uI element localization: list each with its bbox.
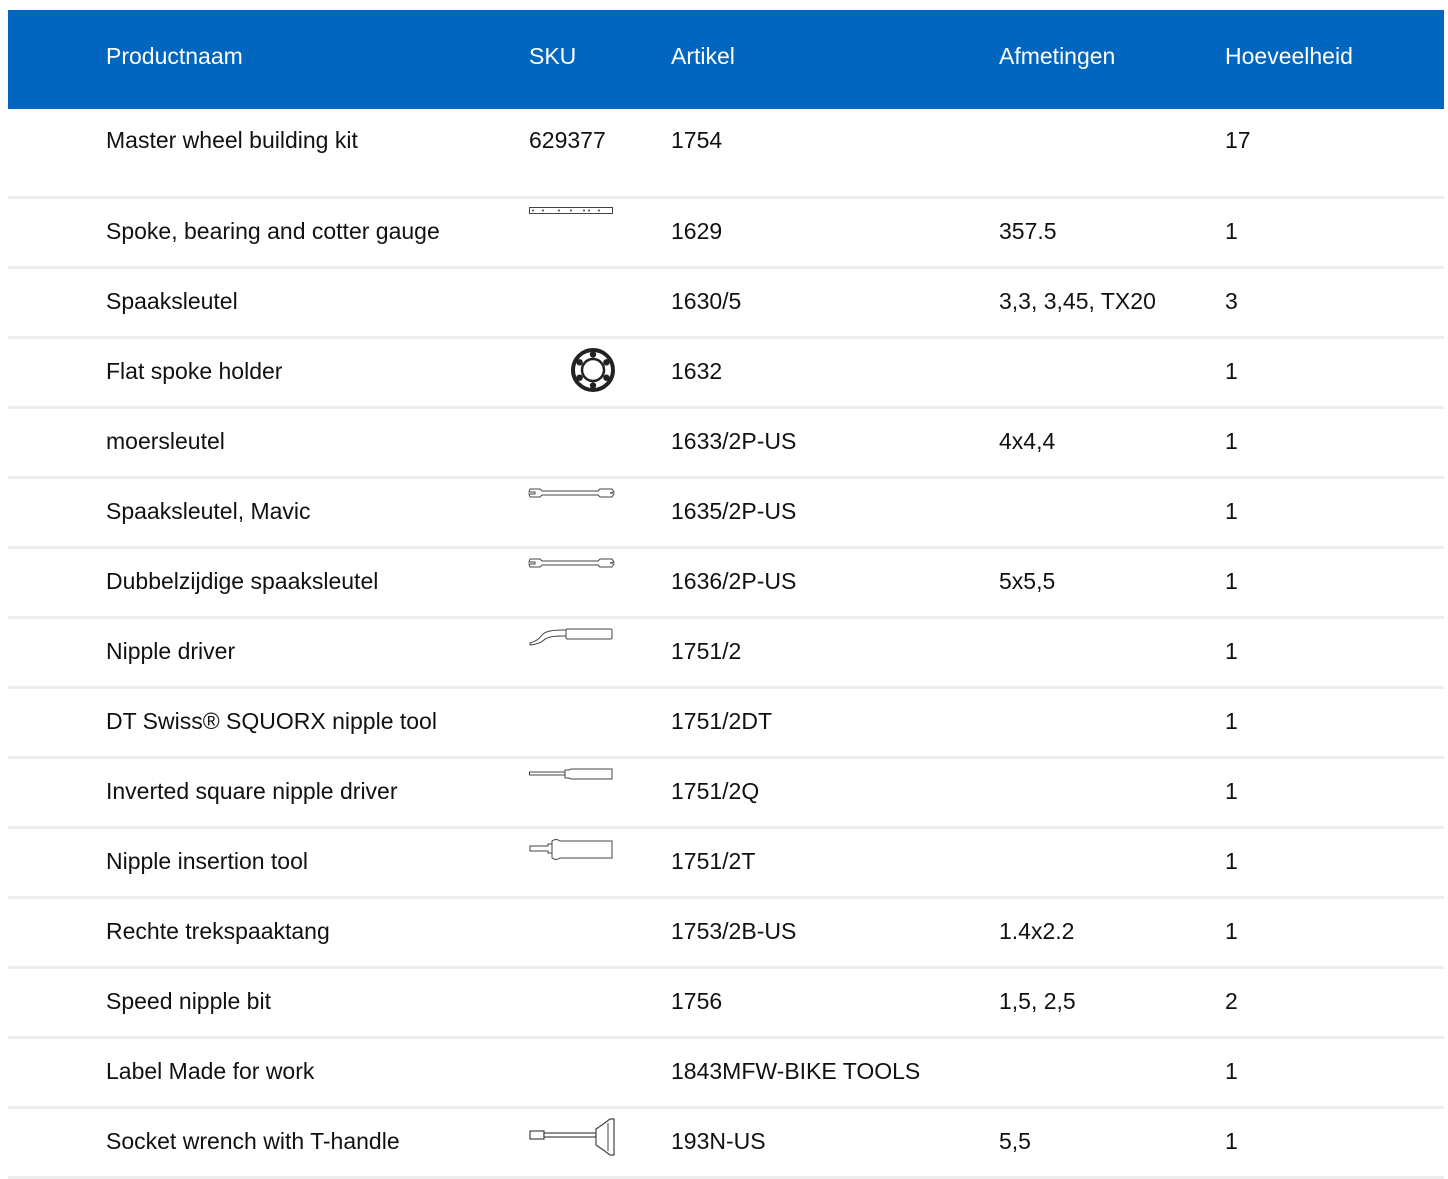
cell-product-name: Spoke, bearing and cotter gauge	[106, 218, 440, 244]
header-article: Artikel	[671, 43, 735, 69]
insertion-tool-icon	[529, 837, 615, 861]
cell-product-name: Socket wrench with T-handle	[106, 1128, 400, 1154]
cell-article-number: 1635/2P-US	[671, 498, 797, 524]
table-row: Spaaksleutel 1630/5 3,3, 3,45, TX20 3	[8, 269, 1444, 339]
cell-dimensions: 357.5	[999, 218, 1057, 244]
nipple-driver-icon	[529, 627, 615, 647]
cell-quantity: 2	[1225, 988, 1238, 1014]
cell-article-number: 1632	[671, 358, 723, 384]
cell-quantity: 1	[1225, 638, 1238, 664]
double-spoke-wrench-icon	[528, 557, 615, 569]
product-table: Productnaam SKU Artikel Afmetingen Hoeve…	[8, 10, 1444, 1179]
cell-product-name: DT Swiss® SQUORX nipple tool	[106, 708, 437, 734]
cell-article-number: 1751/2	[671, 638, 742, 664]
cell-product-name: Speed nipple bit	[106, 988, 271, 1014]
cell-article-number: 1754	[671, 127, 723, 153]
cell-quantity: 1	[1225, 1058, 1238, 1084]
table-row: Flat spoke holder 1632 1	[8, 339, 1444, 409]
cell-quantity: 1	[1225, 778, 1238, 804]
gauge-ruler-icon	[529, 207, 615, 215]
table-header: Productnaam SKU Artikel Afmetingen Hoeve…	[8, 10, 1444, 109]
header-quantity: Hoeveelheid	[1225, 43, 1353, 69]
table-row: Spaaksleutel, Mavic 1635/2P-US 1	[8, 479, 1444, 549]
cell-product-name: Spaaksleutel	[106, 288, 238, 314]
table-body: Master wheel building kit 629377 1754 17 Spo…	[8, 109, 1444, 1179]
cell-sku: 629377	[529, 127, 606, 153]
header-sku: SKU	[529, 43, 577, 69]
table-row: DT Swiss® SQUORX nipple tool 1751/2DT 1	[8, 689, 1444, 759]
table-row: Spoke, bearing and cotter gauge 1629 357.5…	[8, 199, 1444, 269]
spoke-holder-ring-icon	[529, 348, 615, 392]
cell-article-number: 1751/2Q	[671, 778, 760, 804]
cell-product-name: Inverted square nipple driver	[106, 778, 398, 804]
cell-quantity: 1	[1225, 848, 1238, 874]
cell-dimensions: 4x4,4	[999, 428, 1056, 454]
table-row: Speed nipple bit 1756 1,5, 2,5 2	[8, 969, 1444, 1039]
cell-quantity: 1	[1225, 498, 1238, 524]
cell-article-number: 1756	[671, 988, 723, 1014]
screwdriver-icon	[529, 767, 615, 783]
cell-product-name: Master wheel building kit	[106, 127, 358, 153]
cell-quantity: 1	[1225, 428, 1238, 454]
cell-product-name: Spaaksleutel, Mavic	[106, 498, 311, 524]
cell-quantity: 1	[1225, 918, 1238, 944]
cell-article-number: 1751/2T	[671, 848, 756, 874]
table-row: moersleutel 1633/2P-US 4x4,4 1	[8, 409, 1444, 479]
cell-product-name: Label Made for work	[106, 1058, 315, 1084]
cell-quantity: 1	[1225, 218, 1238, 244]
cell-article-number: 1630/5	[671, 288, 742, 314]
cell-article-number: 1751/2DT	[671, 708, 773, 734]
cell-dimensions: 5,5	[999, 1128, 1031, 1154]
table-row: Socket wrench with T-handle 193N-US 5,5 1	[8, 1109, 1444, 1179]
cell-article-number: 1633/2P-US	[671, 428, 797, 454]
cell-quantity: 1	[1225, 358, 1238, 384]
cell-product-name: Flat spoke holder	[106, 358, 283, 384]
table-row: Dubbelzijdige spaaksleutel 1636/2P-US 5x5,…	[8, 549, 1444, 619]
cell-article-number: 1843MFW-BIKE TOOLS	[671, 1058, 921, 1084]
cell-dimensions: 1,5, 2,5	[999, 988, 1076, 1014]
header-product-name: Productnaam	[106, 43, 243, 69]
cell-product-name: moersleutel	[106, 428, 225, 454]
cell-quantity: 1	[1225, 708, 1238, 734]
table-row: Rechte trekspaaktang 1753/2B-US 1.4x2.2 1	[8, 899, 1444, 969]
cell-quantity: 3	[1225, 288, 1238, 314]
cell-product-name: Nipple insertion tool	[106, 848, 309, 874]
cell-product-name: Dubbelzijdige spaaksleutel	[106, 568, 379, 594]
cell-dimensions: 5x5,5	[999, 568, 1056, 594]
table-row: Nipple insertion tool 1751/2T 1	[8, 829, 1444, 899]
cell-article-number: 1753/2B-US	[671, 918, 797, 944]
cell-dimensions: 1.4x2.2	[999, 918, 1075, 944]
table-row: Master wheel building kit 629377 1754 17	[8, 109, 1444, 199]
header-dimensions: Afmetingen	[999, 43, 1116, 69]
table-row: Label Made for work 1843MFW-BIKE TOOLS 1	[8, 1039, 1444, 1109]
table-row: Inverted square nipple driver 1751/2Q 1	[8, 759, 1444, 829]
cell-product-name: Rechte trekspaaktang	[106, 918, 330, 944]
t-handle-wrench-icon	[529, 1117, 615, 1157]
cell-product-name: Nipple driver	[106, 638, 236, 664]
cell-article-number: 1636/2P-US	[671, 568, 797, 594]
cell-quantity: 1	[1225, 568, 1238, 594]
cell-quantity: 17	[1225, 127, 1251, 153]
spoke-wrench-icon	[528, 487, 615, 499]
cell-quantity: 1	[1225, 1128, 1238, 1154]
cell-article-number: 193N-US	[671, 1128, 766, 1154]
cell-article-number: 1629	[671, 218, 723, 244]
cell-dimensions: 3,3, 3,45, TX20	[999, 288, 1156, 314]
table-row: Nipple driver 1751/2 1	[8, 619, 1444, 689]
